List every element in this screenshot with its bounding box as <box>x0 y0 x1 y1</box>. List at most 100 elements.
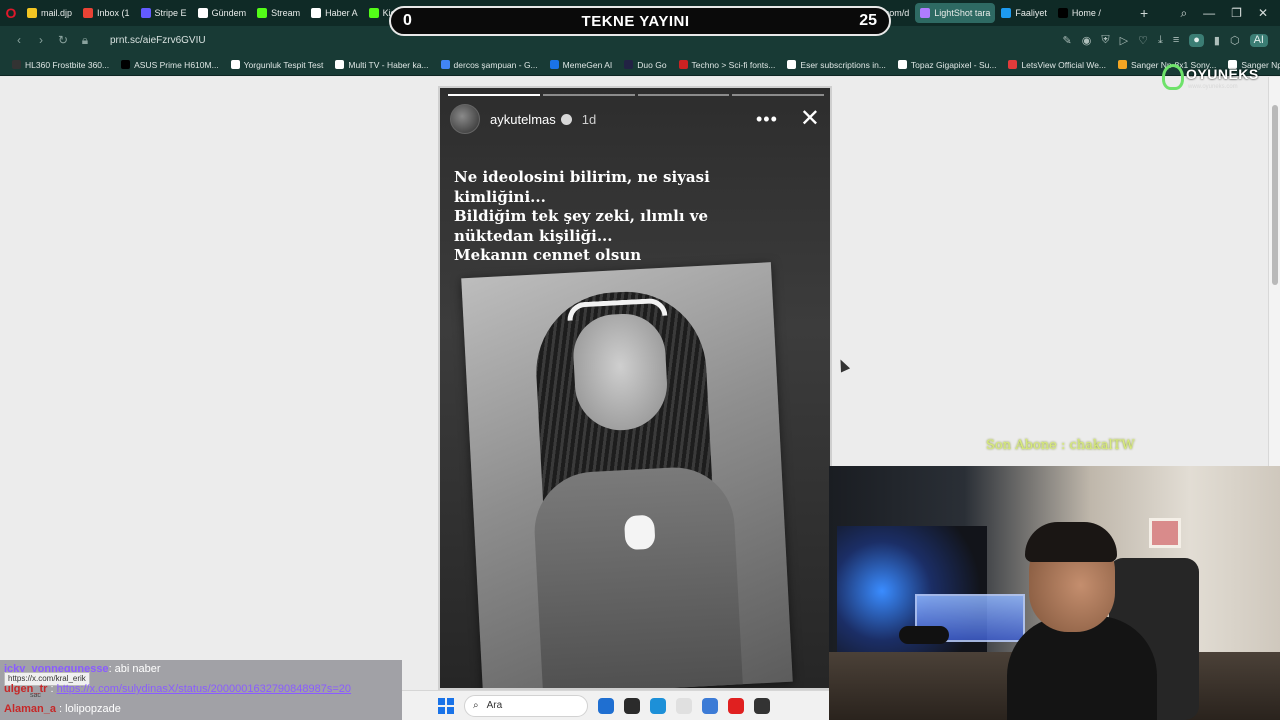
bookmark-item[interactable]: HL360 Frostbite 360... <box>6 60 115 70</box>
tab-16[interactable]: LightShot tara <box>915 3 996 23</box>
progress-segment <box>732 94 824 96</box>
tab-favicon-icon <box>920 8 931 18</box>
progress-segment <box>637 94 730 96</box>
scoreboard-title: TEKNE YAYINI <box>581 12 690 30</box>
bookmark-item[interactable]: Techno > Sci-fi fonts... <box>673 60 782 70</box>
minimize-button[interactable]: — <box>1203 6 1215 21</box>
progress-segment <box>542 94 635 96</box>
bookmark-label: Eser subscriptions in... <box>800 59 886 70</box>
url-field[interactable]: prnt.sc/aieFzrv6GVIU <box>110 35 206 46</box>
taskbar-app-icon[interactable] <box>728 697 744 714</box>
tab-favicon-icon <box>27 8 37 18</box>
play-icon[interactable]: ▷ <box>1120 34 1128 47</box>
download-icon[interactable]: ⤓ <box>1158 34 1163 47</box>
tab-17[interactable]: Faaliyet <box>996 3 1052 23</box>
search-tabs-icon[interactable]: ⌕ <box>1180 6 1187 21</box>
brand-name: OYUNEKS <box>1186 66 1259 82</box>
bookmark-item[interactable]: Multi TV - Haber ka... <box>329 60 434 70</box>
taskbar-search[interactable]: ⌕ Ara <box>464 694 588 717</box>
close-icon[interactable]: ✕ <box>800 107 820 131</box>
bookmark-item[interactable]: LetsView Official We... <box>1002 60 1112 70</box>
bookmark-label: dercos şampuan - G... <box>453 59 538 70</box>
bookmark-favicon-icon <box>230 60 240 69</box>
windows-start-icon[interactable] <box>438 697 454 714</box>
back-button[interactable]: ‹ <box>8 33 30 47</box>
reload-button[interactable]: ↻ <box>52 33 74 47</box>
bookmark-favicon-icon <box>121 60 131 69</box>
more-options-button[interactable]: ••• <box>756 109 778 130</box>
tab-0[interactable]: mail.djp <box>22 3 77 23</box>
new-tab-button[interactable]: + <box>1132 5 1156 21</box>
camera-icon[interactable]: ◉ <box>1082 34 1092 47</box>
tab-label: LightShot tara <box>934 8 991 18</box>
chat-link[interactable]: https://x.com/sulydinasX/status/20000016… <box>57 683 351 695</box>
shirt-print-icon <box>623 514 656 551</box>
bookmark-item[interactable]: MemeGen AI <box>544 60 619 70</box>
bookmark-item[interactable]: ASUS Prime H610M... <box>115 60 225 70</box>
tab-1[interactable]: Inbox (1 <box>78 3 135 23</box>
taskbar-app-icon[interactable] <box>754 697 770 714</box>
taskbar-app-icon[interactable] <box>598 697 614 714</box>
taskbar-app-icon[interactable] <box>702 697 718 714</box>
tab-favicon-icon <box>83 8 94 18</box>
tab-label: Stream <box>271 8 301 18</box>
tab-label: Stripe E <box>154 8 187 18</box>
bookmark-item[interactable]: Yorgunluk Tespit Test <box>225 60 330 70</box>
bookmark-favicon-icon <box>440 60 450 69</box>
search-placeholder: Ara <box>486 700 503 711</box>
extensions-icon[interactable]: ⬡ <box>1230 34 1240 47</box>
taskbar-app-icon[interactable] <box>624 697 640 714</box>
sidebar-icon[interactable]: ▮ <box>1214 34 1220 47</box>
bookmark-favicon-icon <box>1118 60 1128 69</box>
taskbar-apps <box>598 697 770 714</box>
bookmark-item[interactable]: dercos şampuan - G... <box>435 60 544 70</box>
bookmark-label: HL360 Frostbite 360... <box>25 59 110 70</box>
tab-label: mail.djp <box>41 8 73 18</box>
address-actions: ✎ ◉ ⛨ ▷ ♡ ⤓ ≡ ● ▮ ⬡ AI <box>1063 33 1280 47</box>
chat-text: : abi naber <box>108 663 161 675</box>
bookmark-label: LetsView Official We... <box>1021 59 1107 70</box>
bookmark-item[interactable]: Topaz Gigapixel - Su... <box>892 60 1003 70</box>
bookmark-label: Topaz Gigapixel - Su... <box>910 59 997 70</box>
window-controls: ⌕ — ❐ ✕ <box>1180 6 1280 21</box>
bookmark-favicon-icon <box>678 60 688 69</box>
forward-button[interactable]: › <box>30 33 52 47</box>
chat-text: : lolipopzade <box>55 703 121 715</box>
edit-icon[interactable]: ✎ <box>1063 34 1072 47</box>
bookmark-favicon-icon <box>1008 60 1018 69</box>
tab-favicon-icon <box>1001 8 1012 18</box>
brand-mark-icon <box>1162 64 1184 90</box>
site-info-icon[interactable]: 🔒︎ <box>74 33 96 48</box>
tab-18[interactable]: Home / <box>1053 3 1106 23</box>
story-quote: Ne ideolosini bilirim, ne siyasi kimliği… <box>454 168 814 266</box>
avatar[interactable] <box>450 104 480 134</box>
taskbar-app-icon[interactable] <box>650 697 666 714</box>
bookmark-item[interactable]: Duo Go <box>618 60 672 70</box>
quote-line: nüktedan kişiliği... <box>454 226 613 245</box>
bookmark-favicon-icon <box>549 60 559 69</box>
webcam-person-hair <box>1025 522 1117 562</box>
ai-icon[interactable]: AI <box>1249 33 1268 47</box>
heart-icon[interactable]: ♡ <box>1138 34 1148 47</box>
scrollbar-thumb[interactable] <box>1272 105 1278 285</box>
tab-5[interactable]: Haber A <box>306 3 363 23</box>
profile-icon[interactable]: ● <box>1189 33 1204 47</box>
story-username[interactable]: aykutelmas <box>490 112 556 127</box>
tab-label: Home / <box>1071 8 1101 18</box>
story-progress <box>448 94 824 96</box>
bookmark-label: Yorgunluk Tespit Test <box>243 59 324 70</box>
tab-2[interactable]: Stripe E <box>136 3 192 23</box>
shield-icon[interactable]: ⛨ <box>1101 34 1109 47</box>
story-photo <box>461 262 793 688</box>
bookmarks-bar: HL360 Frostbite 360... ASUS Prime H610M..… <box>0 54 1280 76</box>
bookmark-favicon-icon <box>787 60 797 69</box>
menu-icon[interactable]: ≡ <box>1173 34 1179 47</box>
tab-4[interactable]: Stream <box>252 3 305 23</box>
maximize-button[interactable]: ❐ <box>1231 6 1242 21</box>
tab-3[interactable]: Gündem <box>193 3 252 23</box>
bookmark-item[interactable]: Eser subscriptions in... <box>781 60 892 70</box>
taskbar-app-icon[interactable] <box>676 697 692 714</box>
webcam-person-body <box>1007 616 1157 720</box>
close-window-button[interactable]: ✕ <box>1258 6 1268 21</box>
opera-logo-icon[interactable]: O <box>0 0 22 26</box>
